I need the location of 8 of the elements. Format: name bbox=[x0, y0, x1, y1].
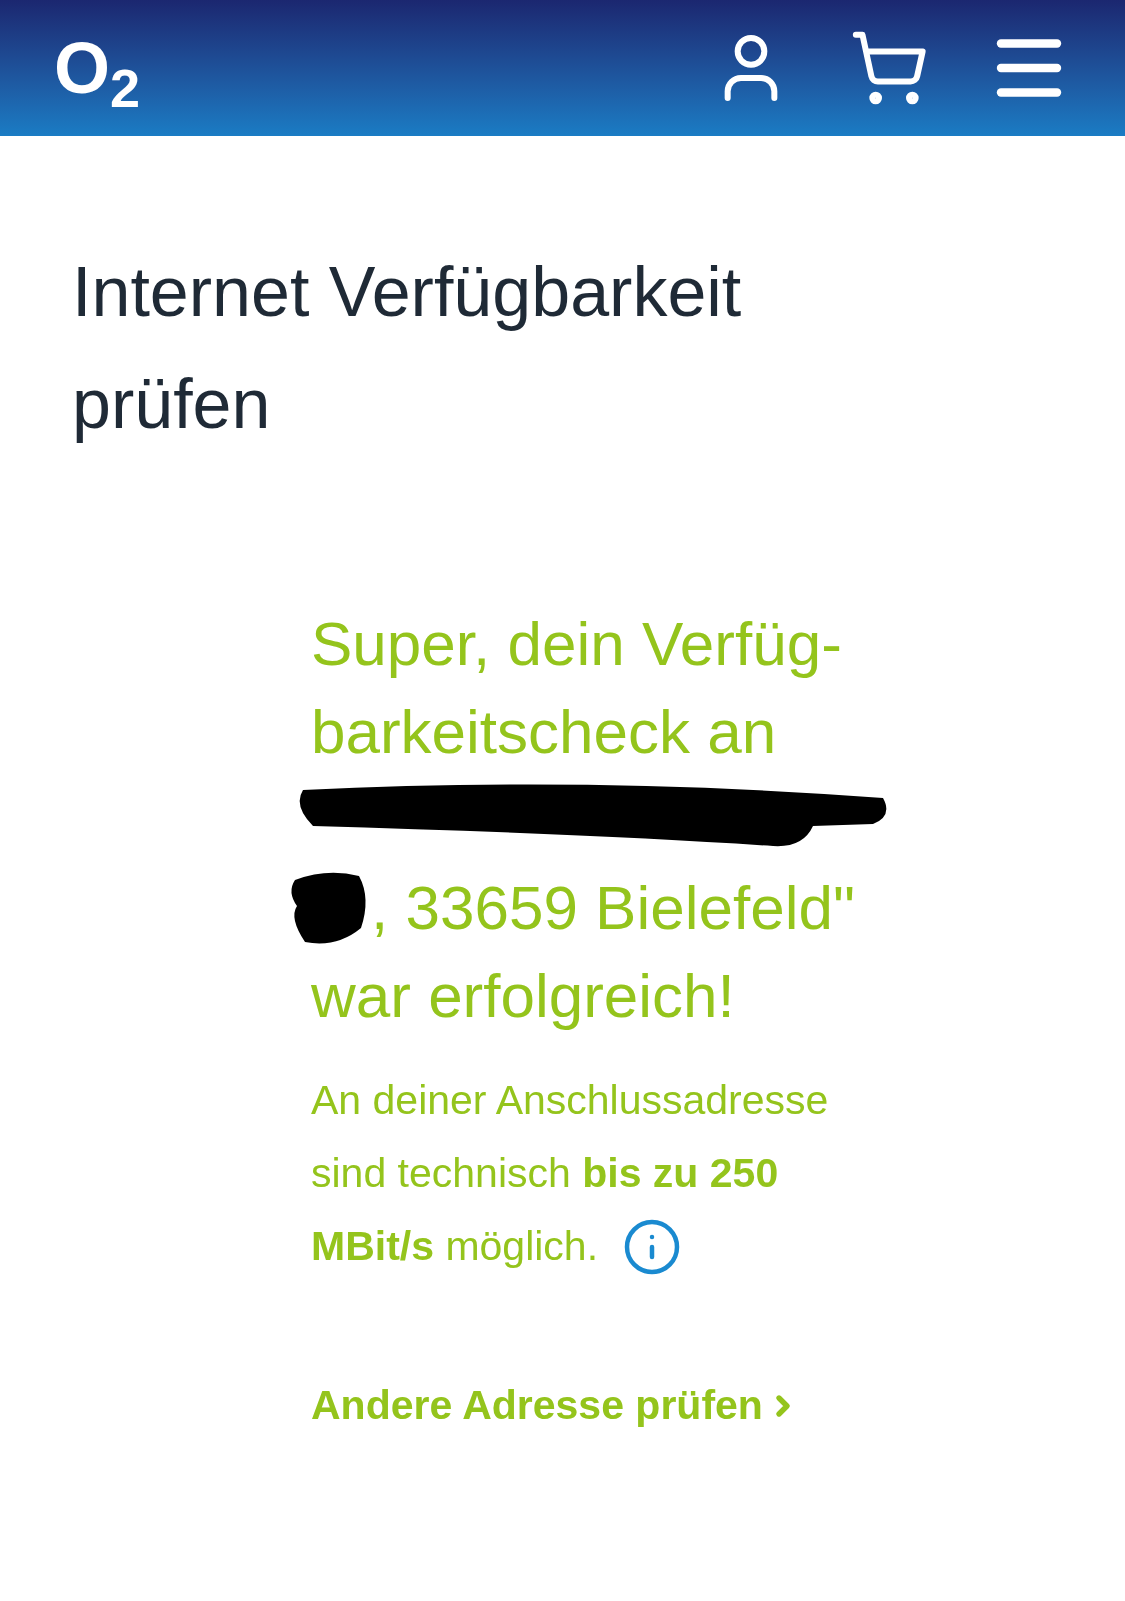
headline-line: barkeitscheck an bbox=[311, 696, 777, 768]
headline-line: Super, dein Verfüg- bbox=[311, 608, 842, 680]
availability-text: MBit/s möglich. bbox=[311, 1222, 599, 1271]
availability-text: sind technisch bis zu 250 bbox=[311, 1149, 779, 1198]
availability-text: An deiner Anschlussadresse bbox=[311, 1076, 829, 1125]
headline-line: , 33659 Bielefeld" bbox=[371, 872, 855, 944]
page-title: Internet Verfügbarkeit prüfen bbox=[72, 252, 743, 445]
headline-line: war erfolgreich! bbox=[311, 960, 735, 1032]
